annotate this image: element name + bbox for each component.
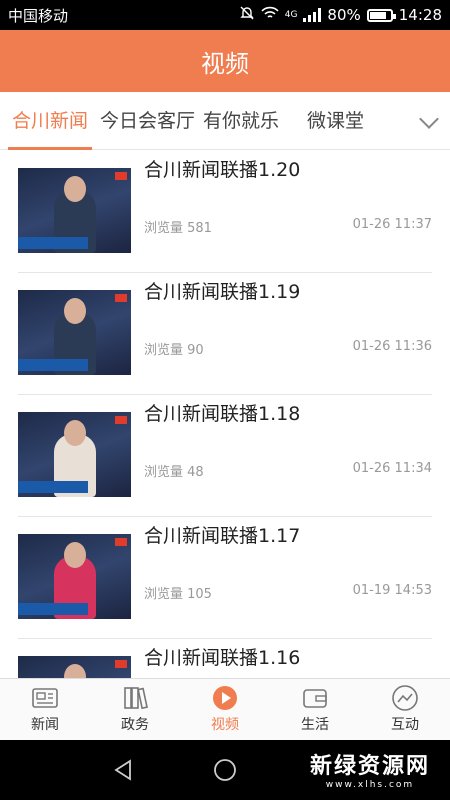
interaction-icon: [391, 685, 419, 711]
tab-micro-class[interactable]: 微课堂: [303, 92, 368, 150]
wifi-icon: [261, 6, 279, 24]
nav-label: 新闻: [31, 717, 59, 733]
wallet-icon: [301, 685, 329, 711]
video-thumbnail[interactable]: [18, 656, 131, 678]
nav-video[interactable]: 视频: [180, 679, 270, 740]
video-thumbnail[interactable]: [18, 168, 131, 253]
publish-time: 01-26 11:36: [352, 339, 432, 354]
nav-government[interactable]: 政务: [90, 679, 180, 740]
video-thumbnail[interactable]: [18, 412, 131, 497]
video-title: 合川新闻联播1.17: [144, 525, 301, 547]
video-list: 合川新闻联播1.20 浏览量 581 01-26 11:37 合川新闻联播1.1…: [0, 151, 450, 678]
bottom-navigation: 新闻 政务 视频 生活 互动: [0, 678, 450, 740]
newspaper-icon: [31, 685, 59, 711]
page-header: 视频: [0, 30, 450, 92]
list-item[interactable]: 合川新闻联播1.17 浏览量 105 01-19 14:53: [18, 517, 432, 639]
publish-time: 01-19 14:53: [352, 583, 432, 598]
view-count: 浏览量 48: [144, 465, 204, 480]
list-item[interactable]: 合川新闻联播1.16: [18, 639, 432, 678]
nav-label: 生活: [301, 717, 329, 733]
nav-label: 互动: [391, 717, 419, 733]
publish-time: 01-26 11:37: [352, 217, 432, 232]
watermark-title: 新绿资源网: [309, 754, 430, 779]
publish-time: 01-26 11:34: [352, 461, 432, 476]
page-title: 视频: [201, 49, 249, 78]
view-count: 浏览量 105: [144, 587, 212, 602]
status-bar: 中国移动 4G 80% 14:28: [0, 0, 450, 30]
video-thumbnail[interactable]: [18, 534, 131, 619]
nav-life[interactable]: 生活: [270, 679, 360, 740]
clock: 14:28: [398, 6, 442, 24]
books-icon: [121, 685, 149, 711]
chevron-down-icon[interactable]: [419, 109, 439, 129]
video-title: 合川新闻联播1.19: [144, 281, 301, 303]
home-icon[interactable]: [212, 757, 238, 783]
battery-percent: 80%: [327, 6, 361, 24]
play-icon: [211, 685, 239, 711]
mute-icon: [239, 5, 255, 25]
battery-icon: [366, 8, 396, 22]
watermark: 新绿资源网 www.xlhs.com: [310, 748, 430, 790]
list-item[interactable]: 合川新闻联播1.20 浏览量 581 01-26 11:37: [18, 151, 432, 273]
category-tabs: 合川新闻 今日会客厅 有你就乐 微课堂: [0, 92, 450, 150]
view-count: 浏览量 90: [144, 343, 204, 358]
nav-interaction[interactable]: 互动: [360, 679, 450, 740]
nav-news[interactable]: 新闻: [0, 679, 90, 740]
watermark-url: www.xlhs.com: [325, 780, 415, 790]
nav-label: 视频: [211, 717, 239, 733]
video-title: 合川新闻联播1.20: [144, 159, 301, 181]
system-navigation-bar: 新绿资源网 www.xlhs.com: [0, 740, 450, 800]
tab-today-lounge[interactable]: 今日会客厅: [96, 92, 199, 150]
network-type: 4G: [284, 10, 298, 20]
signal-icon: [303, 8, 322, 22]
list-item[interactable]: 合川新闻联播1.19 浏览量 90 01-26 11:36: [18, 273, 432, 395]
nav-label: 政务: [121, 717, 149, 733]
tab-hechuan-news[interactable]: 合川新闻: [8, 92, 93, 150]
view-count: 浏览量 581: [144, 221, 212, 236]
carrier-label: 中国移动: [8, 6, 69, 25]
video-title: 合川新闻联播1.18: [144, 403, 301, 425]
video-thumbnail[interactable]: [18, 290, 131, 375]
tab-with-you-fun[interactable]: 有你就乐: [199, 92, 283, 150]
list-item[interactable]: 合川新闻联播1.18 浏览量 48 01-26 11:34: [18, 395, 432, 517]
back-icon[interactable]: [110, 757, 136, 783]
video-title: 合川新闻联播1.16: [144, 647, 301, 669]
